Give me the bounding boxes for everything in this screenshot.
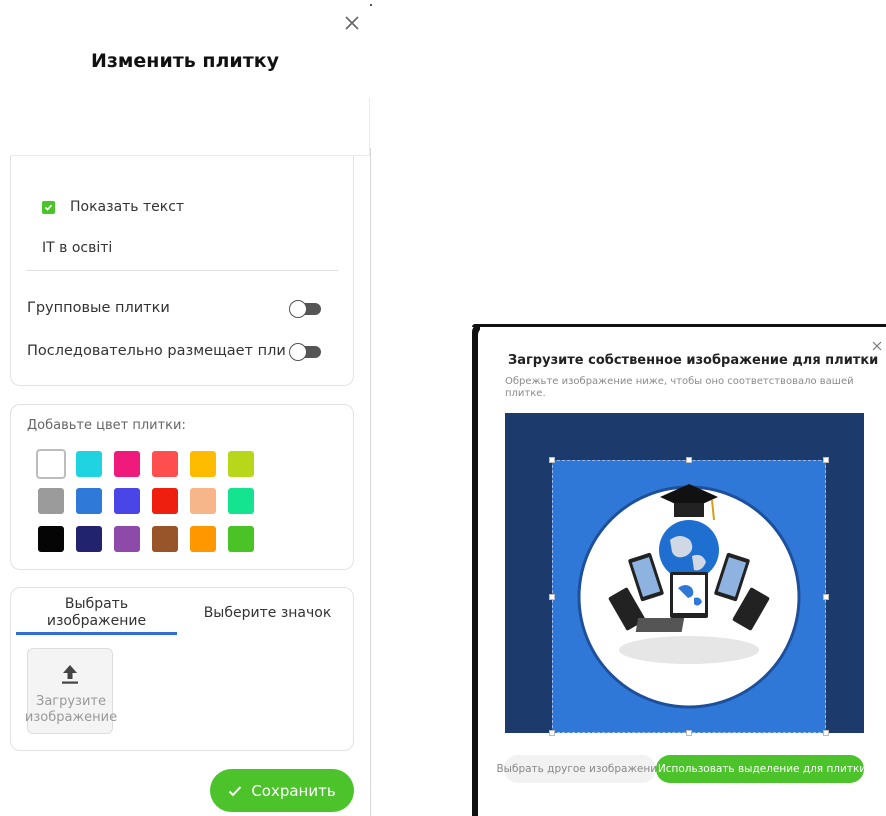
color-swatch[interactable] [228,526,254,552]
show-text-label: Показать текст [70,199,185,215]
active-tab-indicator [16,632,177,635]
use-selection-label: Использовать выделение для плитки [657,763,867,775]
show-text-option[interactable]: Показать текст [42,197,184,217]
show-text-checkbox[interactable] [42,200,55,214]
color-swatch[interactable] [152,488,178,514]
crop-handle-ne[interactable] [823,457,829,463]
check-icon [44,204,53,211]
color-swatch[interactable] [38,526,64,552]
panel-border [370,148,371,816]
color-swatch[interactable] [36,449,66,479]
color-swatch[interactable] [76,526,102,552]
tab-choose-icon[interactable]: Выберите значок [190,605,345,621]
crop-handle-sw[interactable] [549,730,555,736]
dialog-subtitle: Обрежьте изображение ниже, чтобы оно соо… [505,376,854,399]
group-tiles-toggle[interactable] [289,300,321,318]
color-swatch[interactable] [152,451,178,477]
crop-handle-nw[interactable] [549,457,555,463]
close-icon[interactable] [343,14,361,32]
color-swatch[interactable] [228,488,254,514]
crop-handle-n[interactable] [686,457,692,463]
divider-mark [370,4,372,6]
color-swatch[interactable] [190,488,216,514]
education-globe-image [577,484,801,709]
color-swatch[interactable] [38,488,64,514]
close-icon[interactable] [871,340,883,352]
tile-preview-area [10,98,370,156]
color-swatch[interactable] [114,451,140,477]
sequential-label: Последовательно размещает пли [27,343,286,359]
color-swatch[interactable] [76,488,102,514]
upload-image-label: Загрузите изображение [24,694,118,725]
tab-choose-image[interactable]: Выбрать изображение [16,596,177,630]
use-selection-button[interactable]: Использовать выделение для плитки [656,755,867,783]
color-swatch[interactable] [114,488,140,514]
color-swatch[interactable] [152,526,178,552]
color-swatch[interactable] [190,451,216,477]
crop-handle-se[interactable] [823,730,829,736]
check-icon [229,785,242,796]
color-swatch[interactable] [190,526,216,552]
save-label: Сохранить [251,781,336,800]
sequential-toggle[interactable] [289,343,321,361]
save-button[interactable]: Сохранить [210,769,354,812]
dialog-title: Загрузите собственное изображение для пл… [508,353,879,368]
upload-icon [62,665,78,684]
crop-handle-e[interactable] [823,594,829,600]
tile-color-label: Добавьте цвет плитки: [27,418,186,433]
crop-handle-w[interactable] [549,594,555,600]
divider [26,270,338,271]
panel-title: Изменить плитку [90,50,280,72]
color-swatch[interactable] [228,451,254,477]
group-tiles-label: Групповые плитки [27,300,170,316]
color-swatch[interactable] [76,451,102,477]
tile-text-value[interactable]: IT в освіті [42,240,112,256]
crop-handle-s[interactable] [686,730,692,736]
color-swatch[interactable] [114,526,140,552]
choose-other-image-button[interactable]: Выбрать другое изображение [496,755,664,783]
